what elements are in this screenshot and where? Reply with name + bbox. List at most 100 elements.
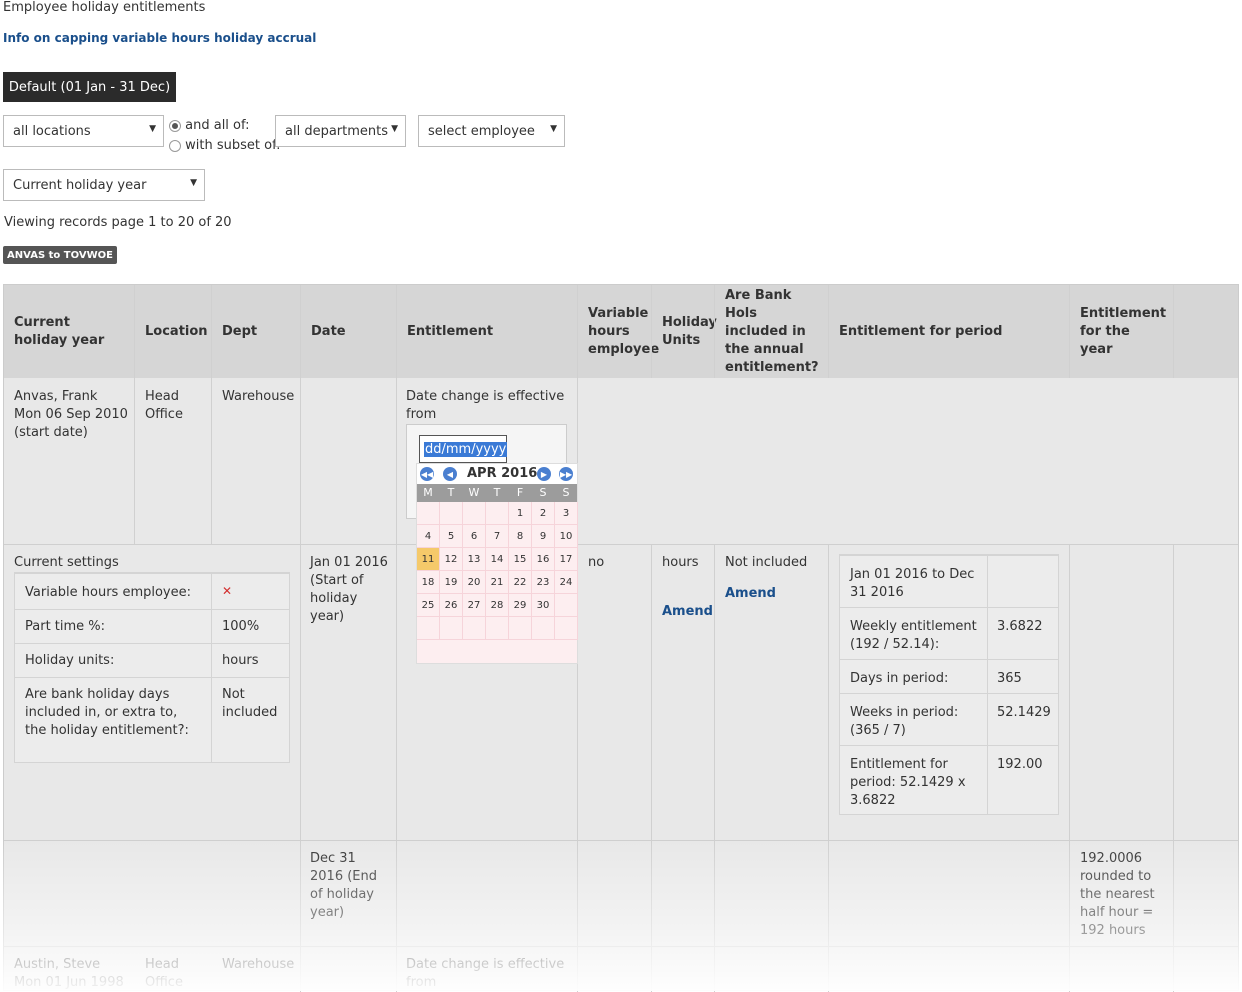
employee-location: Head Office <box>145 389 183 422</box>
calendar-day[interactable]: 9 <box>532 525 555 548</box>
column-divider <box>134 285 135 545</box>
calendar-day[interactable]: 29 <box>509 594 532 617</box>
calendar-day[interactable]: 11 <box>417 548 440 571</box>
department-select[interactable]: all departments ▼ <box>275 115 406 147</box>
viewing-records-text: Viewing records page 1 to 20 of 20 <box>4 215 232 230</box>
employee-select[interactable]: select employee ▼ <box>418 115 565 147</box>
calendar-day[interactable]: 30 <box>532 594 555 617</box>
calendar-weekday-label: M <box>423 486 433 499</box>
employee-start-date: Mon 01 Jun 1998 <box>14 975 124 990</box>
info-capping-link[interactable]: Info on capping variable hours holiday a… <box>3 31 316 45</box>
row-divider <box>4 544 1238 545</box>
chevron-down-icon: ▼ <box>391 124 398 134</box>
period-row: Entitlement for period: 52.1429 x 3.6822… <box>840 745 1058 815</box>
next-month-icon[interactable]: ▶ <box>537 467 551 481</box>
amend-units-link[interactable]: Amend <box>662 603 713 621</box>
calendar-day[interactable]: 19 <box>440 571 463 594</box>
settings-value: hours <box>222 653 259 668</box>
employee-location: Head Office <box>145 957 183 990</box>
header-entitlement: Entitlement <box>407 323 494 339</box>
calendar-day[interactable]: 5 <box>440 525 463 548</box>
employee-dept: Warehouse <box>222 957 295 972</box>
amend-bank-hols-link[interactable]: Amend <box>725 585 776 603</box>
period-value: 52.1429 <box>997 705 1051 720</box>
variable-hours-value: no <box>588 555 605 570</box>
calendar-day[interactable]: 4 <box>417 525 440 548</box>
calendar-weekday-label: F <box>516 486 524 499</box>
prev-month-icon[interactable]: ◀ <box>443 467 457 481</box>
period-default-button[interactable]: Default (01 Jan - 31 Dec) <box>3 72 176 102</box>
settings-table: Variable hours employee: ✕ Part time %: … <box>14 572 290 763</box>
period-row: Days in period: 365 <box>840 659 1058 693</box>
calendar-day[interactable]: 15 <box>509 548 532 571</box>
calendar-day[interactable]: 8 <box>509 525 532 548</box>
period-label: Entitlement for period: 52.1429 x 3.6822 <box>850 757 966 808</box>
period-row: Weeks in period: (365 / 7) 52.1429 <box>840 693 1058 745</box>
calendar-day[interactable]: 13 <box>463 548 486 571</box>
calendar-day[interactable]: 21 <box>486 571 509 594</box>
calendar-day[interactable]: 7 <box>486 525 509 548</box>
calendar-empty-cell <box>417 502 440 525</box>
employee-start-date: Mon 06 Sep 2010 <box>14 407 128 422</box>
calendar-empty-cell <box>463 617 486 640</box>
calendar-weekday-label: T <box>493 486 501 499</box>
radio-with-subset[interactable]: with subset of: <box>169 138 281 153</box>
column-divider <box>211 285 212 545</box>
prev-year-icon[interactable]: ◀◀ <box>420 467 434 481</box>
column-divider <box>1173 285 1174 378</box>
bank-hols-value: Not included <box>725 555 808 570</box>
calendar-day[interactable]: 23 <box>532 571 555 594</box>
next-year-icon[interactable]: ▶▶ <box>559 467 573 481</box>
calendar-day[interactable]: 12 <box>440 548 463 571</box>
calendar-weekday-label: W <box>468 486 480 499</box>
calendar-day[interactable]: 26 <box>440 594 463 617</box>
column-divider <box>714 545 715 992</box>
chevron-down-icon: ▼ <box>550 124 557 134</box>
column-divider <box>714 285 715 378</box>
calendar-empty-cell <box>463 502 486 525</box>
header-bank-hols: Are Bank Hols included in the annual ent… <box>725 287 819 375</box>
header-current-holiday-year: Current holiday year <box>14 314 105 348</box>
holiday-year-select-value: Current holiday year <box>13 177 147 193</box>
calendar-day[interactable]: 3 <box>555 502 578 525</box>
calendar-day[interactable]: 16 <box>532 548 555 571</box>
location-select-value: all locations <box>13 123 91 139</box>
header-entitlement-period: Entitlement for period <box>839 323 1003 339</box>
calendar-day[interactable]: 18 <box>417 571 440 594</box>
calendar-day[interactable]: 14 <box>486 548 509 571</box>
calendar-day[interactable]: 28 <box>486 594 509 617</box>
radio-button-icon <box>169 119 181 132</box>
calendar-day[interactable]: 27 <box>463 594 486 617</box>
calendar-empty-cell <box>417 617 440 640</box>
settings-value: Not included <box>222 687 278 720</box>
department-select-value: all departments <box>285 123 389 139</box>
date-picker-calendar: ◀◀ ◀ APR 2016 ▶ ▶▶ MTWTFSS 1 2 3 4 5 6 7 8 9 10 11… <box>416 463 578 664</box>
chevron-down-icon: ▼ <box>190 178 197 188</box>
calendar-day[interactable]: 22 <box>509 571 532 594</box>
settings-label: Variable hours employee: <box>25 585 191 600</box>
calendar-day[interactable]: 10 <box>555 525 578 548</box>
radio-and-all[interactable]: and all of: <box>169 118 250 133</box>
calendar-day[interactable]: 24 <box>555 571 578 594</box>
location-select[interactable]: all locations ▼ <box>3 115 164 147</box>
calendar-empty-cell <box>440 502 463 525</box>
column-divider <box>396 285 397 992</box>
calendar-day[interactable]: 17 <box>555 548 578 571</box>
calendar-day[interactable]: 20 <box>463 571 486 594</box>
calendar-day[interactable]: 25 <box>417 594 440 617</box>
calendar-day[interactable]: 6 <box>463 525 486 548</box>
effective-date-input[interactable]: dd/mm/yyyy <box>419 435 508 463</box>
current-settings-heading: Current settings <box>14 555 119 570</box>
page-range-button[interactable]: ANVAS to TOVWOE <box>3 246 117 264</box>
radio-button-icon <box>169 139 181 152</box>
year-total-value: 192.0006 rounded to the nearest half hou… <box>1080 851 1155 938</box>
period-value: 192.00 <box>997 757 1043 772</box>
settings-label: Holiday units: <box>25 653 115 668</box>
calendar-day[interactable]: 2 <box>532 502 555 525</box>
header-dept: Dept <box>222 323 258 339</box>
calendar-weekday-label: T <box>447 486 455 499</box>
calendar-day[interactable]: 1 <box>509 502 532 525</box>
period-row: Jan 01 2016 to Dec 31 2016 <box>840 555 1058 607</box>
employee-dept: Warehouse <box>222 389 295 404</box>
holiday-year-select[interactable]: Current holiday year ▼ <box>3 169 205 201</box>
